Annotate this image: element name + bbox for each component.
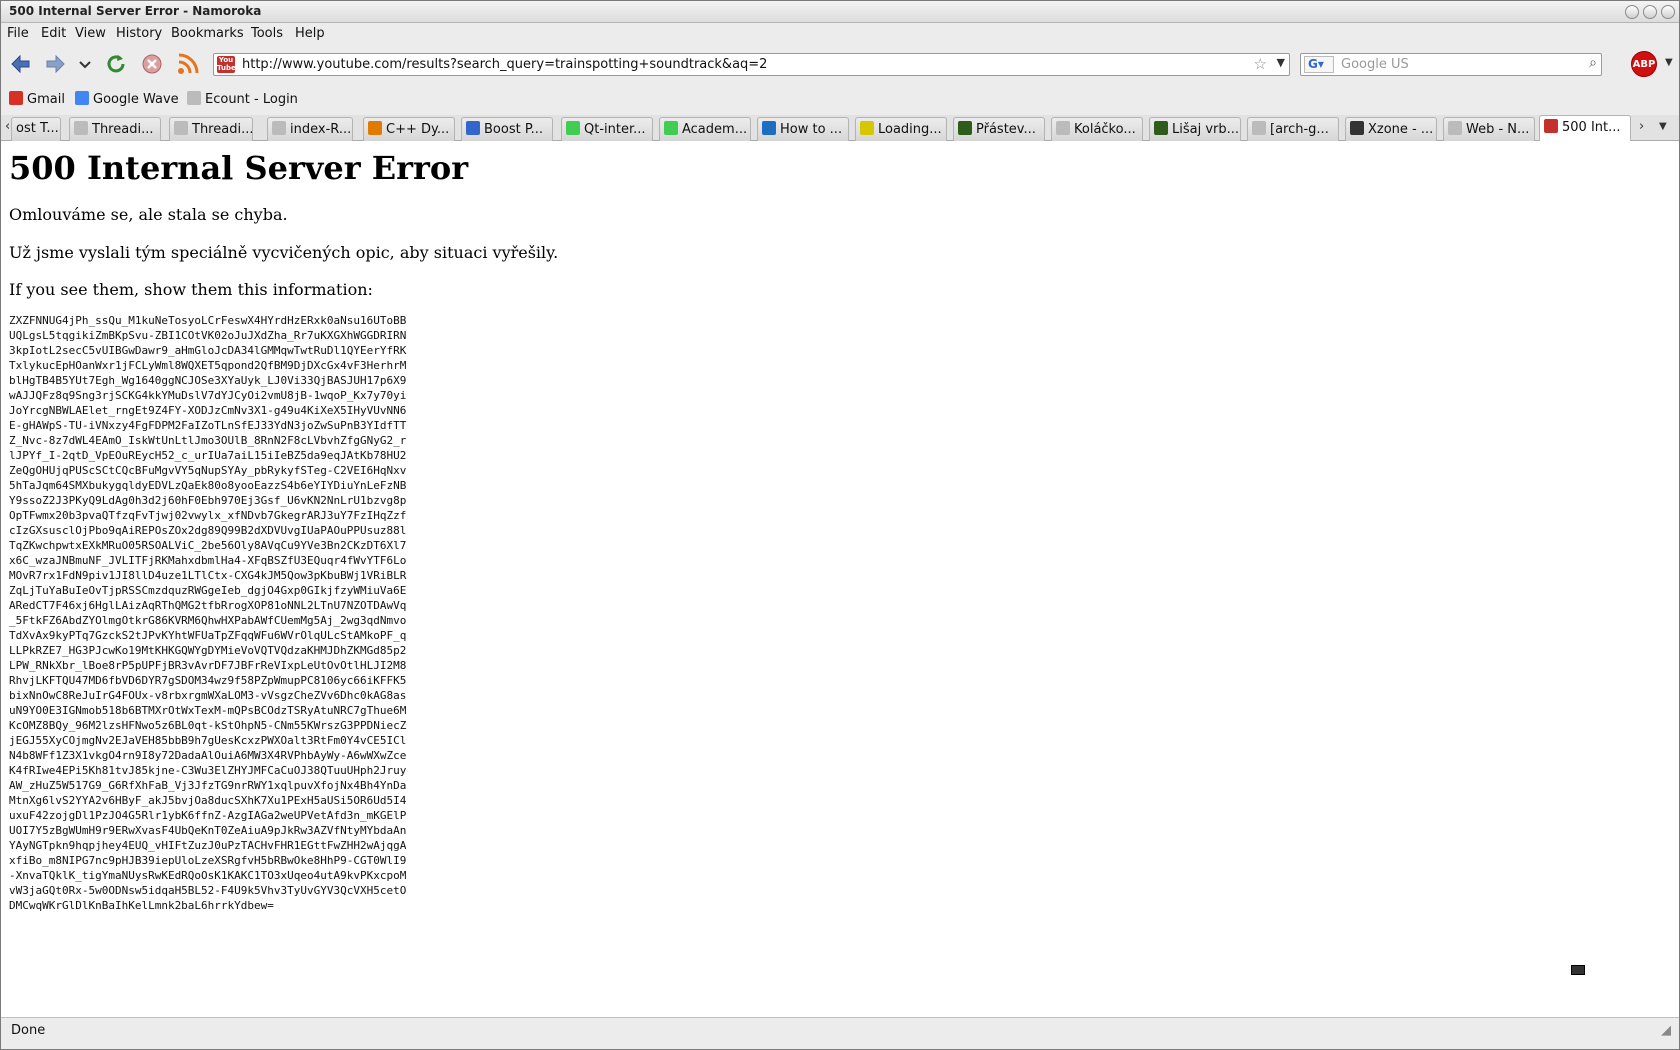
page-icon — [174, 121, 188, 135]
page-icon — [1056, 121, 1070, 135]
page-icon — [74, 121, 88, 135]
tab-item[interactable]: [arch-g... — [1247, 117, 1339, 141]
tab-item-active[interactable]: 500 Int... — [1539, 115, 1631, 142]
reload-icon[interactable] — [104, 52, 128, 76]
bookmark-star-icon[interactable]: ☆ — [1254, 55, 1267, 73]
youtube-icon — [1544, 119, 1558, 133]
menu-help[interactable]: Help — [295, 26, 325, 41]
gmail-icon — [9, 91, 23, 105]
tab-item[interactable]: Qt-inter... — [561, 117, 653, 141]
adblock-dropdown-icon[interactable]: ▼ — [1665, 57, 1673, 68]
close-window-button[interactable] — [1661, 5, 1675, 19]
search-bar[interactable]: G▾ Google US ⌕ — [1300, 53, 1602, 76]
tab-item[interactable]: Lišaj vrb... — [1149, 117, 1241, 141]
bookmark-google-wave[interactable]: Google Wave — [75, 91, 179, 107]
page-icon — [1448, 121, 1462, 135]
site-icon — [1154, 121, 1168, 135]
bookmark-ecount[interactable]: Ecount - Login — [187, 91, 298, 107]
tab-item[interactable]: Web - N... — [1443, 117, 1535, 141]
qt-icon — [566, 121, 580, 135]
tab-item[interactable]: Xzone - ... — [1345, 117, 1437, 141]
page-icon — [187, 91, 201, 105]
tab-scroll-left-icon[interactable]: ‹ — [5, 119, 10, 134]
maximize-button[interactable] — [1643, 5, 1657, 19]
stop-icon[interactable] — [140, 52, 164, 76]
boost-icon — [466, 121, 480, 135]
page-icon — [1252, 121, 1266, 135]
menu-bar: File Edit View History Bookmarks Tools H… — [1, 23, 1679, 45]
google-wave-icon — [75, 91, 89, 105]
tab-item[interactable]: Přástev... — [953, 117, 1045, 141]
google-engine-icon[interactable]: G▾ — [1304, 56, 1334, 73]
tab-item[interactable]: C++ Dy... — [363, 117, 455, 141]
tab-item[interactable]: How to ... — [757, 117, 849, 141]
menu-history[interactable]: History — [116, 26, 162, 41]
tab-item[interactable]: Academ... — [659, 117, 751, 141]
site-icon — [958, 121, 972, 135]
window-title: 500 Internal Server Error - Namoroka — [9, 4, 262, 18]
page-icon — [272, 121, 286, 135]
adblock-plus-icon[interactable]: ABP — [1631, 51, 1657, 77]
rss-feed-icon[interactable] — [176, 52, 200, 76]
menu-tools[interactable]: Tools — [251, 26, 283, 41]
tab-item[interactable]: ost T... — [11, 117, 61, 141]
search-placeholder[interactable]: Google US — [1341, 57, 1409, 72]
info-intro-text: If you see them, show them this informat… — [9, 280, 373, 299]
bookmarks-toolbar: Gmail Google Wave Ecount - Login — [1, 83, 1679, 115]
page-content: 500 Internal Server Error Omlouváme se, … — [1, 141, 1679, 1017]
title-bar: 500 Internal Server Error - Namoroka — [1, 1, 1679, 23]
menu-bookmarks[interactable]: Bookmarks — [171, 26, 244, 41]
tab-item[interactable]: index-R... — [267, 117, 353, 141]
minimize-button[interactable] — [1625, 5, 1639, 19]
browser-window: 500 Internal Server Error - Namoroka Fil… — [0, 0, 1680, 1050]
tab-item[interactable]: Threadi... — [69, 117, 161, 141]
resize-grip-icon[interactable]: ◢ — [1661, 1023, 1671, 1038]
forward-icon[interactable] — [43, 52, 67, 76]
url-dropdown-icon[interactable]: ▼ — [1277, 56, 1285, 69]
xzone-icon — [1350, 121, 1364, 135]
tab-bar: ‹ ost T... Threadi... Threadi... index-R… — [1, 115, 1679, 142]
stack-icon — [368, 121, 382, 135]
menu-view[interactable]: View — [75, 26, 106, 41]
apology-text: Omlouváme se, ale stala se chyba. — [9, 205, 288, 224]
menu-file[interactable]: File — [7, 26, 29, 41]
qt-icon — [664, 121, 678, 135]
tab-item[interactable]: Loading... — [855, 117, 947, 141]
monkeys-text: Už jsme vyslali tým speciálně vycvičenýc… — [9, 243, 559, 262]
tab-scroll-right-icon[interactable]: › — [1639, 119, 1644, 134]
kde-icon — [762, 121, 776, 135]
history-dropdown-icon[interactable] — [75, 52, 95, 76]
page-title: 500 Internal Server Error — [9, 149, 469, 187]
tab-list-icon[interactable]: ▼ — [1659, 121, 1667, 132]
url-text[interactable]: http://www.youtube.com/results?search_qu… — [242, 57, 767, 72]
tab-item[interactable]: Boost P... — [461, 117, 553, 141]
youtube-site-icon: You Tube — [217, 56, 236, 73]
error-debug-code: ZXZFNNUG4jPh_ssQu_M1kuNeTosyoLCrFeswX4HY… — [9, 314, 407, 912]
status-bar: Done ◢ — [1, 1017, 1679, 1043]
tab-item[interactable]: Threadi... — [169, 117, 253, 141]
loading-icon — [860, 121, 874, 135]
bookmark-gmail[interactable]: Gmail — [9, 91, 65, 107]
url-bar[interactable]: You Tube http://www.youtube.com/results?s… — [213, 53, 1290, 76]
flash-block-icon[interactable] — [1571, 965, 1585, 975]
search-icon[interactable]: ⌕ — [1589, 55, 1597, 71]
back-icon[interactable] — [9, 52, 33, 76]
menu-edit[interactable]: Edit — [41, 26, 66, 41]
tab-item[interactable]: Koláčko... — [1051, 117, 1143, 141]
status-text: Done — [11, 1023, 46, 1038]
